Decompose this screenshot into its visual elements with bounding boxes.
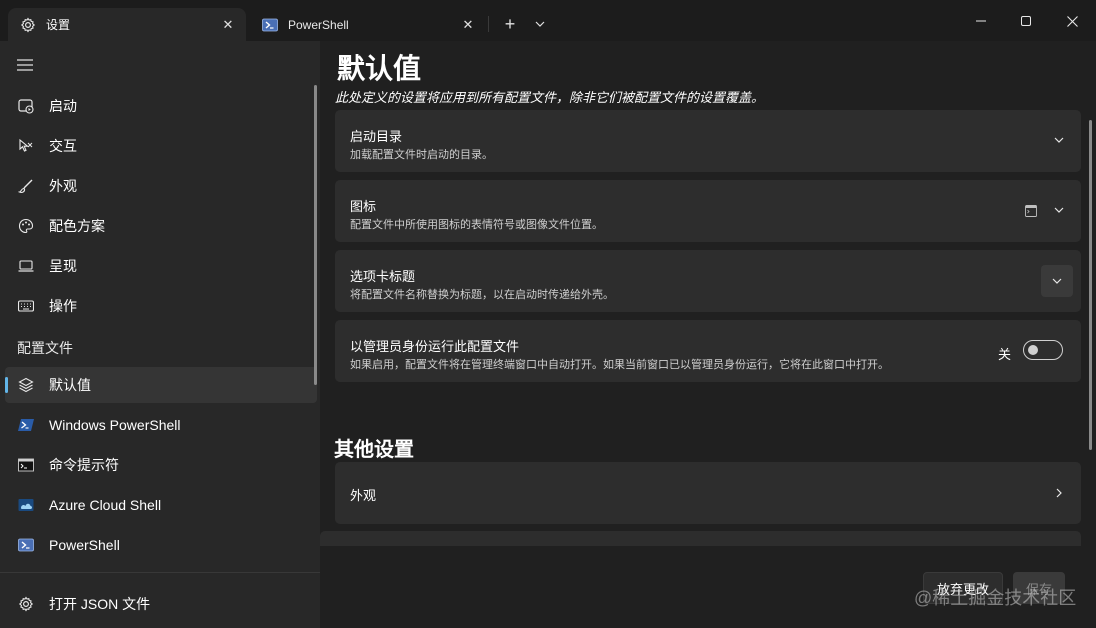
cmd-icon: [16, 455, 36, 475]
sidebar-divider: [0, 572, 320, 573]
sidebar-item-azure-cloud-shell[interactable]: Azure Cloud Shell: [5, 487, 317, 523]
azure-icon: [16, 495, 36, 515]
tab-powershell[interactable]: PowerShell ✕: [250, 8, 486, 41]
layers-icon: [16, 375, 36, 395]
title-bar: 设置 ✕ PowerShell ✕ +: [0, 0, 1096, 41]
open-json-file-label: 打开 JSON 文件: [49, 596, 151, 612]
powershell-icon: [16, 535, 36, 555]
keyboard-icon: [16, 296, 36, 316]
sidebar-item-rendering[interactable]: 呈现: [5, 248, 317, 284]
monitor-icon: [16, 256, 36, 276]
sidebar-item-color-schemes[interactable]: 配色方案: [5, 208, 317, 244]
setting-title: 图标: [350, 199, 377, 214]
setting-title: 以管理员身份运行此配置文件: [350, 339, 520, 354]
profiles-section-label: 配置文件: [17, 340, 73, 356]
sidebar-item-label: 启动: [49, 98, 77, 114]
run-as-admin-toggle[interactable]: [1023, 340, 1063, 360]
main-content: 默认值 此处定义的设置将应用到所有配置文件，除非它们被配置文件的设置覆盖。 启动…: [320, 41, 1096, 628]
toggle-knob: [1028, 345, 1038, 355]
interaction-icon: [16, 136, 36, 156]
sidebar-item-label: 交互: [49, 138, 77, 154]
close-tab-icon[interactable]: ✕: [456, 13, 480, 37]
gear-icon: [16, 594, 36, 614]
sidebar-item-label: 命令提示符: [49, 457, 119, 473]
setting-card-tab-title[interactable]: 选项卡标题 将配置文件名称替换为标题，以在启动时传递给外壳。: [335, 250, 1081, 312]
minimize-button[interactable]: [966, 6, 996, 36]
sidebar-item-label: 操作: [49, 298, 77, 314]
startup-icon: [16, 96, 36, 116]
setting-description: 配置文件中所使用图标的表情符号或图像文件位置。: [350, 219, 603, 231]
maximize-button[interactable]: [1011, 6, 1041, 36]
sidebar-item-label: Azure Cloud Shell: [49, 497, 162, 513]
setting-description: 如果启用，配置文件将在管理终端窗口中自动打开。如果当前窗口已以管理员身份运行，它…: [350, 359, 889, 371]
sidebar-item-appearance[interactable]: 外观: [5, 168, 317, 204]
gear-icon: [20, 17, 36, 33]
page-subtitle: 此处定义的设置将应用到所有配置文件，除非它们被配置文件的设置覆盖。: [335, 90, 765, 105]
setting-card-starting-directory[interactable]: 启动目录 加载配置文件时启动的目录。: [335, 110, 1081, 172]
powershell-icon: [16, 415, 36, 435]
chevron-down-icon[interactable]: [528, 12, 552, 36]
sidebar-item-interaction[interactable]: 交互: [5, 128, 317, 164]
sidebar-item-defaults[interactable]: 默认值: [5, 367, 317, 403]
other-settings-heading: 其他设置: [334, 439, 414, 461]
sidebar: 启动 交互 外观 配色方案 呈现 操作 配置文件 默认值 Windows Pow…: [0, 41, 320, 628]
setting-card-icon[interactable]: 图标 配置文件中所使用图标的表情符号或图像文件位置。: [335, 180, 1081, 242]
tab-settings[interactable]: 设置 ✕: [8, 8, 246, 41]
brush-icon: [16, 176, 36, 196]
setting-title: 外观: [350, 488, 377, 503]
new-tab-button[interactable]: +: [498, 12, 522, 36]
powershell-icon: [262, 17, 278, 33]
sidebar-item-label: 外观: [49, 178, 77, 194]
setting-description: 加载配置文件时启动的目录。: [350, 149, 493, 161]
sidebar-item-label: 配色方案: [49, 218, 105, 234]
sidebar-item-label: Windows PowerShell: [49, 417, 181, 433]
icon-preview-icon: [1025, 204, 1037, 217]
chevron-down-icon: [1052, 278, 1062, 284]
chevron-right-icon[interactable]: [1051, 485, 1067, 501]
setting-card-appearance[interactable]: 外观: [335, 462, 1081, 524]
setting-title: 启动目录: [350, 129, 403, 144]
tab-divider: [488, 16, 489, 32]
close-window-button[interactable]: [1057, 6, 1087, 36]
footer-bar: 放弃更改 保存 @稀土掘金技术社区: [320, 546, 1096, 628]
toggle-state-label: 关: [997, 347, 1011, 362]
sidebar-item-startup[interactable]: 启动: [5, 88, 317, 124]
setting-title: 选项卡标题: [350, 269, 416, 284]
sidebar-item-label: 默认值: [49, 377, 91, 393]
palette-icon: [16, 216, 36, 236]
sidebar-item-windows-powershell[interactable]: Windows PowerShell: [5, 407, 317, 443]
open-json-file-button[interactable]: 打开 JSON 文件: [5, 586, 317, 622]
close-tab-icon[interactable]: ✕: [216, 13, 240, 37]
chevron-down-icon[interactable]: [1051, 202, 1067, 218]
sidebar-item-label: PowerShell: [49, 537, 120, 553]
sidebar-item-powershell[interactable]: PowerShell: [5, 527, 317, 563]
hamburger-menu-icon[interactable]: [14, 55, 38, 75]
sidebar-item-command-prompt[interactable]: 命令提示符: [5, 447, 317, 483]
selection-indicator: [5, 377, 8, 393]
setting-description: 将配置文件名称替换为标题，以在启动时传递给外壳。: [350, 289, 614, 301]
chevron-down-icon[interactable]: [1051, 132, 1067, 148]
watermark-text: @稀土掘金技术社区: [914, 588, 1077, 608]
sidebar-item-actions[interactable]: 操作: [5, 288, 317, 324]
expand-button[interactable]: [1041, 265, 1073, 297]
tab-settings-label: 设置: [46, 18, 71, 32]
sidebar-item-label: 呈现: [49, 258, 77, 274]
page-title: 默认值: [337, 53, 422, 84]
main-scrollbar[interactable]: [1089, 120, 1092, 450]
tab-powershell-label: PowerShell: [288, 17, 349, 32]
setting-card-run-as-admin[interactable]: 以管理员身份运行此配置文件 如果启用，配置文件将在管理终端窗口中自动打开。如果当…: [335, 320, 1081, 382]
sidebar-scrollbar[interactable]: [314, 85, 317, 385]
